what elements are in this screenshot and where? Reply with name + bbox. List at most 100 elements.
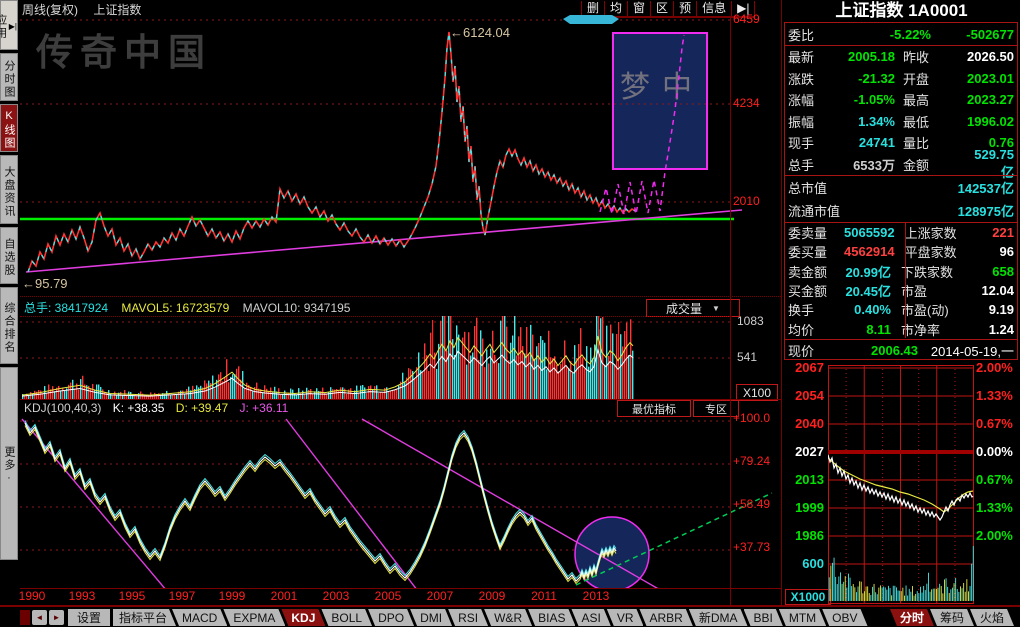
quote-row: 委卖量 5065592 上涨家数 221 xyxy=(785,223,1017,242)
scroll-right-button[interactable]: ► xyxy=(49,610,64,625)
quote-value: 221 xyxy=(971,225,1014,240)
date-axis-label: 1995 xyxy=(112,589,152,603)
indicator-tab[interactable]: MACD xyxy=(172,609,227,626)
indicator-tab[interactable]: VR xyxy=(607,609,644,626)
price-axis-label: 2010 xyxy=(733,195,760,208)
kdj-axis-label: +100.0 xyxy=(733,412,770,425)
intraday-percent-label: 2.00% xyxy=(976,361,1018,375)
date-axis-label: 1999 xyxy=(212,589,252,603)
volume-indicator-dropdown[interactable]: 成交量 ▼ xyxy=(646,299,740,317)
quote-label: 市净率 xyxy=(901,320,967,339)
intraday-percent-label: 2.00% xyxy=(976,529,1018,543)
view-tab[interactable]: 分时 xyxy=(890,609,934,626)
quote-label: 换手 xyxy=(788,300,844,319)
volume-chart[interactable] xyxy=(20,316,780,400)
quote-value: 2023.27 xyxy=(967,92,1014,107)
indicator-tab[interactable]: MTM xyxy=(779,609,826,626)
quote-value: 658 xyxy=(967,264,1014,279)
indicator-tab[interactable]: RSI xyxy=(448,609,488,626)
indicator-tab[interactable]: BIAS xyxy=(528,609,575,626)
date-axis-label: 2013 xyxy=(576,589,616,603)
quote-label: 最高 xyxy=(903,90,967,109)
quote-label: 均价 xyxy=(788,320,844,339)
quote-value: 128975亿 xyxy=(878,201,1014,220)
sidebar-item-more[interactable]: 更多· xyxy=(0,367,18,560)
sidebar-item-label: 自选股 xyxy=(1,238,17,277)
intraday-percent-label: 1.33% xyxy=(976,389,1018,403)
indicator-toolbar: ◄ ► 设置 指标平台 MACDEXPMAKDJBOLLDPODMIRSIW&R… xyxy=(0,606,1020,627)
price-axis-label: 4234 xyxy=(733,97,760,110)
sidebar-item-intraday-chart[interactable]: 分时图 xyxy=(0,53,18,101)
quote-label: 下跌家数 xyxy=(901,262,967,281)
quote-label: 量比 xyxy=(903,133,967,152)
quote-row-current: 现价 2006.43 2014-05-19,一 xyxy=(785,340,1017,361)
indicator-tab[interactable]: DPO xyxy=(368,609,414,626)
sidebar-item-market-news[interactable]: 大盘资讯 xyxy=(0,155,18,224)
indicator-tab[interactable]: DMI xyxy=(410,609,452,626)
sidebar-item-watchlist[interactable]: 自选股 xyxy=(0,227,18,284)
play-icon: ▶| xyxy=(9,22,17,31)
date-axis-label: 2005 xyxy=(368,589,408,603)
sidebar-item-label: 分时图 xyxy=(1,60,17,99)
quote-value: 20.99亿 xyxy=(844,262,891,281)
current-price: 2006.43 xyxy=(848,343,918,358)
current-date: 2014-05-19,一 xyxy=(918,341,1014,360)
quote-row: 总手 6533万 金额 529.75亿 xyxy=(785,154,1017,176)
quote-row-weibi: 委比 -5.22% -502677 xyxy=(785,23,1017,45)
indicator-tab[interactable]: ASI xyxy=(571,609,610,626)
scroll-left-button[interactable]: ◄ xyxy=(32,610,47,625)
view-tab[interactable]: 筹码 xyxy=(930,609,974,626)
indicator-tab[interactable]: W&R xyxy=(484,609,532,626)
quote-label: 最低 xyxy=(903,112,967,131)
dropdown-value: 成交量 xyxy=(666,300,702,317)
indicator-tab[interactable]: KDJ xyxy=(281,609,325,626)
resize-handle[interactable] xyxy=(20,610,30,625)
date-axis-label: 1993 xyxy=(62,589,102,603)
quote-value: 1.34% xyxy=(848,114,895,129)
intraday-percent-label: 0.00% xyxy=(976,445,1018,459)
indicator-platform-button[interactable]: 指标平台 xyxy=(113,609,176,626)
intraday-price-label: 2040 xyxy=(786,417,824,431)
kdj-name: KDJ(100,40,3) xyxy=(24,401,101,415)
sidebar-item-label: 应用 xyxy=(0,14,9,40)
indicator-tab[interactable]: 新DMA xyxy=(689,609,748,626)
intraday-price-label: 600 xyxy=(786,557,824,571)
view-tab[interactable]: 火焰 xyxy=(970,609,1014,626)
main-price-chart[interactable] xyxy=(20,14,780,296)
sidebar-item-label: 综合排名 xyxy=(1,302,17,354)
quote-row: 换手 0.40% 市盈(动) 9.19 xyxy=(785,300,1017,319)
quote-value: 0.40% xyxy=(844,302,891,317)
zone-label: 专区 xyxy=(705,401,727,417)
price-axis-label: 6459 xyxy=(733,13,760,26)
settings-button[interactable]: 设置 xyxy=(68,609,110,626)
quote-value: 2005.18 xyxy=(848,49,895,64)
quote-label: 委卖量 xyxy=(788,223,844,242)
kdj-header: KDJ(100,40,3) K: +38.35 D: +39.47 J: +36… xyxy=(24,401,288,415)
intraday-percent-label: 0.67% xyxy=(976,417,1018,431)
intraday-chart[interactable] xyxy=(828,365,974,604)
quote-label: 市盈(动) xyxy=(901,300,967,319)
volume-total: 总手: 38417924 xyxy=(24,301,108,315)
low-annotation: ←95.79 xyxy=(22,277,68,290)
quote-row: 振幅 1.34% 最低 1996.02 xyxy=(785,111,1017,133)
best-indicator-button[interactable]: 最优指标 xyxy=(617,400,691,417)
kdj-d-value: D: +39.47 xyxy=(176,401,228,415)
sidebar-item-kline-chart[interactable]: K线图 xyxy=(0,104,18,152)
quote-value: 24741 xyxy=(848,135,895,150)
indicator-tab[interactable]: EXPMA xyxy=(223,609,285,626)
volume-mavol5: MAVOL5: 16723579 xyxy=(121,301,229,315)
date-axis-label: 1997 xyxy=(162,589,202,603)
quote-value: 8.11 xyxy=(844,322,891,337)
sidebar-item-ranking[interactable]: 综合排名 xyxy=(0,287,18,364)
right-tab-group: 分时筹码火焰 xyxy=(894,609,1014,626)
kdj-chart[interactable] xyxy=(20,417,780,588)
quote-row: 涨幅 -1.05% 最高 2023.27 xyxy=(785,89,1017,111)
quote-label: 总市值 xyxy=(788,178,878,197)
quote-value: 6533万 xyxy=(848,155,895,174)
sidebar-item-apps[interactable]: ▶| 应用 xyxy=(0,0,18,50)
quote-label: 委比 xyxy=(788,25,848,44)
indicator-tab[interactable]: ARBR xyxy=(639,609,692,626)
indicator-tab[interactable]: BBI xyxy=(744,609,783,626)
indicator-tab[interactable]: BOLL xyxy=(321,609,372,626)
indicator-tab[interactable]: OBV xyxy=(822,609,867,626)
